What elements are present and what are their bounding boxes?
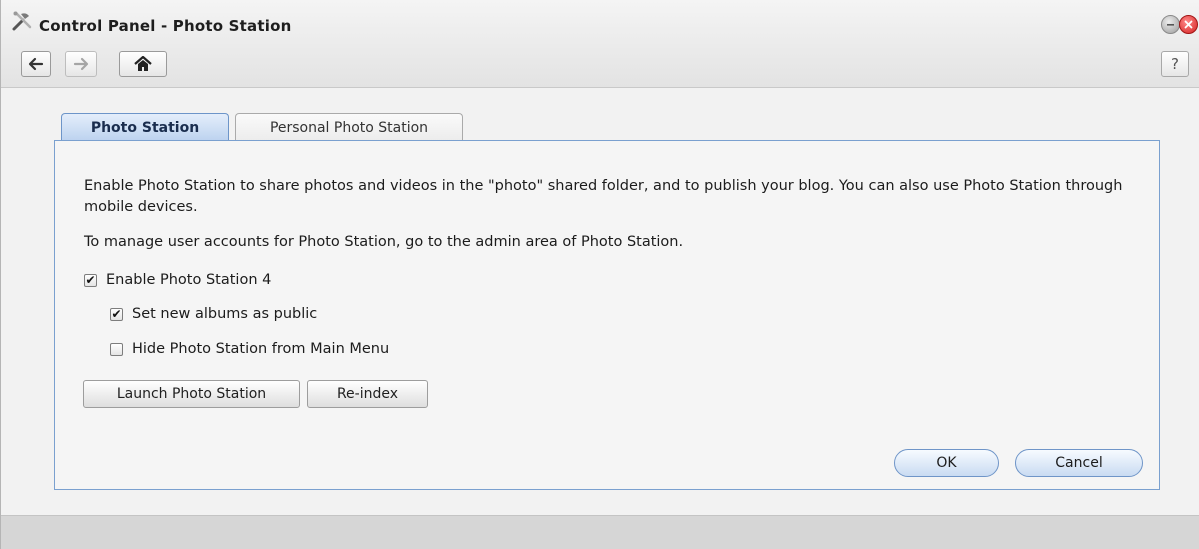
back-button[interactable] (21, 51, 51, 77)
home-button[interactable] (119, 51, 167, 77)
launch-photo-station-button[interactable]: Launch Photo Station (83, 380, 300, 408)
public-albums-checkbox[interactable]: ✔ (110, 307, 123, 321)
enable-photo-station-option[interactable]: ✔ Enable Photo Station 4 (84, 272, 271, 288)
forward-button[interactable] (65, 51, 97, 77)
forward-arrow-icon (73, 57, 89, 71)
window-title: Control Panel - Photo Station (39, 17, 292, 35)
description-text: Enable Photo Station to share photos and… (84, 178, 1123, 215)
control-panel-window: Control Panel - Photo Station ? Photo St… (0, 0, 1199, 549)
public-albums-label: Set new albums as public (132, 306, 318, 322)
public-albums-option[interactable]: ✔ Set new albums as public (110, 306, 317, 322)
tab-photo-station[interactable]: Photo Station (61, 113, 229, 141)
hide-from-menu-label: Hide Photo Station from Main Menu (132, 341, 390, 357)
back-arrow-icon (28, 57, 44, 71)
minimize-icon[interactable] (1161, 15, 1180, 34)
enable-photo-station-label: Enable Photo Station 4 (106, 272, 272, 288)
close-icon[interactable] (1179, 15, 1198, 34)
tools-icon (12, 11, 32, 31)
reindex-button[interactable]: Re-index (307, 380, 428, 408)
home-icon (134, 56, 152, 71)
ok-button[interactable]: OK (894, 449, 999, 477)
hide-from-menu-checkbox[interactable] (110, 342, 123, 356)
cancel-button[interactable]: Cancel (1015, 449, 1143, 477)
help-button[interactable]: ? (1161, 51, 1189, 77)
title-bar: Control Panel - Photo Station ? (1, 0, 1199, 88)
enable-photo-station-checkbox[interactable]: ✔ (84, 273, 97, 287)
manage-accounts-note: To manage user accounts for Photo Statio… (84, 234, 684, 250)
hide-from-menu-option[interactable]: Hide Photo Station from Main Menu (110, 341, 389, 357)
status-bar (1, 515, 1199, 549)
tab-personal-photo-station[interactable]: Personal Photo Station (235, 113, 463, 141)
